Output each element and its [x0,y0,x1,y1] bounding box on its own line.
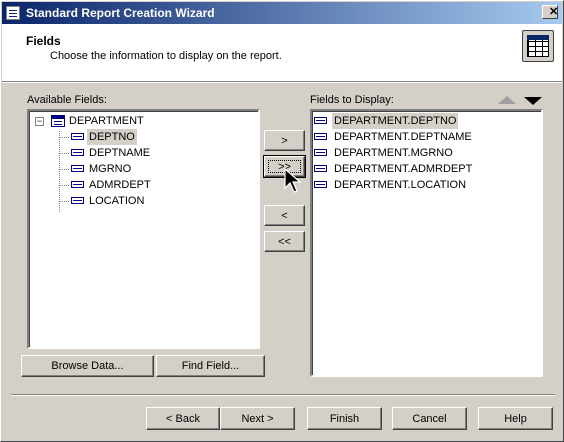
report-app-icon [6,6,20,20]
tree-node-table[interactable]: − DEPARTMENT [33,113,253,129]
display-field-item[interactable]: DEPARTMENT.DEPTNAME [314,129,534,145]
display-fields-label: Fields to Display: [310,94,394,106]
display-fields-list[interactable]: DEPARTMENT.DEPTNO DEPARTMENT.DEPTNAME DEPA… [310,109,543,377]
close-button[interactable]: ✕ [542,5,558,19]
field-name: MGRNO [89,163,132,175]
add-all-fields-button[interactable]: >> [263,155,306,178]
field-name: ADMRDEPT [89,179,151,191]
wizard-header: Fields Choose the information to display… [2,24,562,83]
table-name: DEPARTMENT [69,115,144,127]
title-bar[interactable]: Standard Report Creation Wizard ✕ [2,2,562,24]
next-button[interactable]: Next > [220,407,295,430]
collapse-icon[interactable]: − [35,117,44,126]
field-icon [314,117,327,124]
move-down-icon[interactable] [524,97,542,105]
find-field-button[interactable]: Find Field... [156,355,265,377]
remove-field-button[interactable]: < [264,205,305,226]
cancel-button[interactable]: Cancel [392,407,467,430]
available-field-item[interactable]: ADMRDEPT [33,177,253,193]
available-fields-list[interactable]: − DEPARTMENT DEPTNO DEPTNAME MGRNO ADMRDEPT… [27,109,260,349]
field-icon [71,149,84,156]
field-icon [314,165,327,172]
available-field-item[interactable]: DEPTNAME [33,145,253,161]
help-button[interactable]: Help [478,407,553,430]
display-field-name: DEPARTMENT.LOCATION [334,179,467,191]
display-field-item[interactable]: DEPARTMENT.DEPTNO [314,113,534,129]
add-field-button[interactable]: > [264,130,305,151]
finish-button[interactable]: Finish [307,407,382,430]
display-field-name: DEPARTMENT.ADMRDEPT [334,163,473,175]
available-field-item[interactable]: DEPTNO [33,129,253,145]
available-field-item[interactable]: MGRNO [33,161,253,177]
available-fields-label: Available Fields: [27,94,107,106]
table-icon [51,115,65,127]
page-title: Fields [26,34,61,48]
field-icon [71,197,84,204]
page-subtitle: Choose the information to display on the… [50,50,282,62]
remove-all-fields-button[interactable]: << [264,231,305,252]
available-field-item[interactable]: LOCATION [33,193,253,209]
window-title: Standard Report Creation Wizard [26,6,215,20]
wizard-window: Standard Report Creation Wizard ✕ Fields… [0,0,564,442]
field-name: DEPTNAME [89,147,151,159]
field-name: LOCATION [89,195,145,207]
display-field-item[interactable]: DEPARTMENT.MGRNO [314,145,534,161]
field-name: DEPTNO [87,129,137,145]
field-icon [71,165,84,172]
back-button[interactable]: < Back [146,407,220,430]
field-icon [71,133,84,140]
display-field-name: DEPARTMENT.DEPTNAME [334,131,472,143]
field-icon [314,133,327,140]
field-icon [71,181,84,188]
field-icon [314,181,327,188]
display-field-item[interactable]: DEPARTMENT.LOCATION [314,177,534,193]
field-icon [314,149,327,156]
display-field-name: DEPARTMENT.DEPTNO [332,113,459,129]
move-up-icon[interactable] [498,96,516,104]
browse-data-button[interactable]: Browse Data... [21,355,154,377]
display-field-item[interactable]: DEPARTMENT.ADMRDEPT [314,161,534,177]
footer-divider [11,394,555,396]
display-field-name: DEPARTMENT.MGRNO [334,147,453,159]
report-grid-icon [522,30,554,62]
